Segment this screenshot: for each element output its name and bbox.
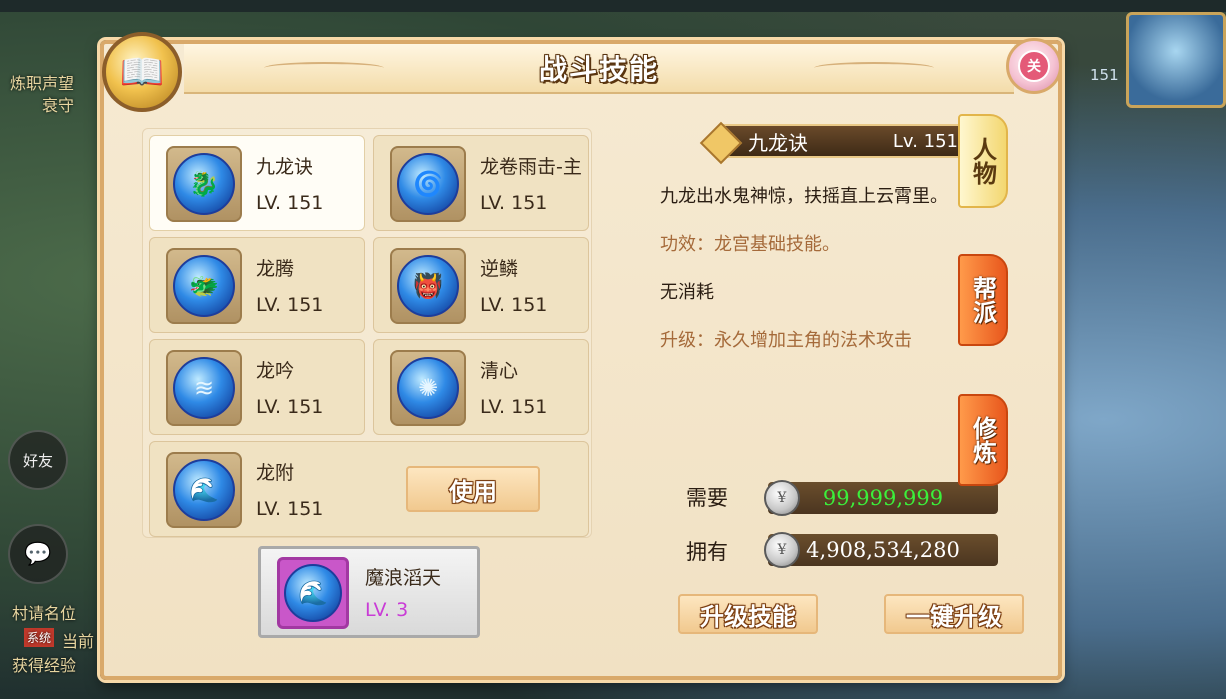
skill-icon-frame: ✺ [390,350,466,426]
detail-header: 九龙诀 Lv. 151 [720,124,986,158]
upgrade-skill-button[interactable]: 升级技能 [678,594,818,634]
skill-level: LV. 151 [480,396,548,418]
tab-guild[interactable]: 帮派 [958,254,1008,346]
have-label: 拥有 [686,540,728,564]
friends-button[interactable]: 好友 [8,430,68,490]
title-deco-right [814,62,934,74]
have-bar: ¥ 4,908,534,280 [764,532,998,568]
skill-name: 逆鳞 [480,258,519,280]
dragon-rise-icon: 🐲 [173,255,235,317]
detail-effect: 功效：龙宫基础技能。 [660,234,840,255]
skill-card-jiulongjue[interactable]: 🐉 九龙诀 LV. 151 [149,135,365,231]
skill-icon-frame: 👹 [390,248,466,324]
player-avatar[interactable] [1126,12,1226,108]
special-skill-card[interactable]: 🌊 魔浪滔天 LV. 3 [258,546,480,638]
silver-coin-icon: ¥ [764,480,800,516]
panel-title-bar: 战斗技能 [184,44,1014,94]
skill-level: LV. 151 [256,294,324,316]
chat-button[interactable]: 💬 [8,524,68,584]
need-value: 99,999,999 [822,486,944,510]
skill-level: LV. 151 [256,192,324,214]
detail-skill-name: 九龙诀 [748,130,808,155]
skill-level: LV. 151 [256,498,324,520]
player-level: 151 [1090,66,1119,84]
skill-card-qingxin[interactable]: ✺ 清心 LV. 151 [373,339,589,435]
one-click-upgrade-label: 一键升级 [906,602,1002,631]
top-strip [0,0,1226,12]
detail-upgrade: 升级：永久增加主角的法术攻击 [660,330,912,351]
special-skill-level: LV. 3 [365,599,409,621]
special-skill-icon-frame: 🌊 [277,557,349,629]
skill-level: LV. 151 [480,294,548,316]
title-deco-left [264,62,384,74]
skill-book-icon: 📖 [102,32,182,112]
dragon-swirl-icon: 🐉 [173,153,235,215]
one-click-upgrade-button[interactable]: 一键升级 [884,594,1024,634]
skill-name: 龙吟 [256,360,295,382]
scene-text-fame: 炼职声望 [10,74,75,93]
detail-description: 九龙出水鬼神惊，扶摇直上云霄里。 [660,186,948,207]
need-bar: ¥ 99,999,999 [764,480,998,516]
clear-heart-icon: ✺ [397,357,459,419]
skill-icon-frame: 🌊 [166,452,242,528]
skill-card-longyin[interactable]: ≋ 龙吟 LV. 151 [149,339,365,435]
skill-name: 九龙诀 [256,156,314,178]
close-button[interactable]: 关 [1006,38,1062,94]
skill-panel: 战斗技能 📖 关 🐉 九龙诀 LV. 151 🌀 龙卷雨击-主 LV. 151 … [100,32,1062,680]
skill-card-longjuanyuji[interactable]: 🌀 龙卷雨击-主 LV. 151 [373,135,589,231]
skill-card-longteng[interactable]: 🐲 龙腾 LV. 151 [149,237,365,333]
upgrade-skill-label: 升级技能 [700,602,796,631]
skill-list: 🐉 九龙诀 LV. 151 🌀 龙卷雨击-主 LV. 151 🐲 龙腾 LV. … [142,128,592,538]
skill-card-nilin[interactable]: 👹 逆鳞 LV. 151 [373,237,589,333]
tornado-icon: 🌀 [397,153,459,215]
wave-icon: 🌊 [173,459,235,521]
skill-name: 龙卷雨击-主 [480,156,582,178]
dragon-roar-icon: ≋ [173,357,235,419]
detail-skill-level: Lv. 151 [892,130,958,152]
tab-character[interactable]: 人物 [958,114,1008,208]
close-label: 关 [1018,50,1050,82]
skill-name: 龙附 [256,462,295,484]
system-badge: 系统 [24,628,55,647]
scene-system-line-1: 村请名位 [12,604,77,623]
have-value: 4,908,534,280 [806,538,960,562]
scene-system-line-3: 获得经验 [12,656,77,675]
skill-name: 清心 [480,360,519,382]
scene-text-guard: 衰守 [42,96,75,115]
need-label: 需要 [686,486,728,510]
skill-icon-frame: 🐉 [166,146,242,222]
skill-icon-frame: ≋ [166,350,242,426]
panel-title: 战斗技能 [538,53,659,86]
skill-level: LV. 151 [256,396,324,418]
skill-card-longfu[interactable]: 🌊 龙附 LV. 151 使用 [149,441,589,537]
tab-cultivation[interactable]: 修炼 [958,394,1008,486]
chat-bubble-icon: 💬 [24,541,52,567]
special-skill-name: 魔浪滔天 [365,567,442,589]
skill-icon-frame: 🌀 [390,146,466,222]
skill-level: LV. 151 [480,192,548,214]
use-button-label: 使用 [449,477,497,506]
friends-label: 好友 [22,451,53,470]
skill-name: 龙腾 [256,258,295,280]
scene-system-line-2: 当前 [62,632,95,651]
silver-coin-icon: ¥ [764,532,800,568]
skill-icon-frame: 🐲 [166,248,242,324]
wave-dragon-icon: 🌊 [284,564,342,622]
dragon-face-icon: 👹 [397,255,459,317]
use-button[interactable]: 使用 [406,466,540,512]
detail-cost: 无消耗 [660,282,714,303]
